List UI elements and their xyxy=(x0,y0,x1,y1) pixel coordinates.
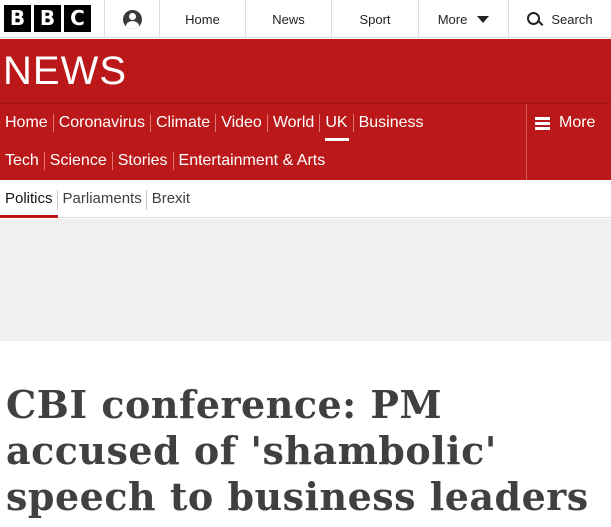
global-nav-sport[interactable]: Sport xyxy=(331,0,418,38)
section-more-label: More xyxy=(559,114,596,131)
news-masthead: NEWS Home Coronavirus Climate Video Worl… xyxy=(0,39,611,181)
uk-subnav: Politics Parliaments Brexit xyxy=(0,180,611,218)
global-nav-home[interactable]: Home xyxy=(159,0,245,38)
search-button[interactable]: Search xyxy=(508,0,611,38)
bbc-logo-letter: B xyxy=(34,5,61,32)
bbc-logo-letter: C xyxy=(64,5,91,32)
section-link-entertainment-arts[interactable]: Entertainment & Arts xyxy=(172,152,332,170)
section-link-science[interactable]: Science xyxy=(43,152,113,170)
section-link-home[interactable]: Home xyxy=(0,114,54,132)
global-nav-news[interactable]: News xyxy=(245,0,331,38)
section-link-tech[interactable]: Tech xyxy=(0,152,45,170)
user-account-icon xyxy=(122,9,142,29)
advertisement-slot xyxy=(0,219,611,341)
article-headline: CBI conference: PM accused of 'shambolic… xyxy=(6,382,589,519)
global-nav-sport-label: Sport xyxy=(359,11,391,27)
search-label: Search xyxy=(551,11,593,27)
search-icon xyxy=(527,11,542,27)
account-button[interactable] xyxy=(104,0,159,38)
subnav-link-parliaments[interactable]: Parliaments xyxy=(56,189,147,210)
bbc-logo-letter: B xyxy=(4,5,31,32)
global-nav-more-label: More xyxy=(437,11,468,27)
hamburger-menu-icon xyxy=(535,116,550,130)
bbc-logo[interactable]: B B C xyxy=(4,5,91,32)
section-link-uk[interactable]: UK xyxy=(319,114,353,141)
subnav-link-brexit[interactable]: Brexit xyxy=(145,189,195,210)
global-nav-bar: B B C Home News Sport More Search xyxy=(0,0,611,38)
section-link-coronavirus[interactable]: Coronavirus xyxy=(52,114,151,132)
news-logo[interactable]: NEWS xyxy=(3,51,127,91)
section-link-world[interactable]: World xyxy=(266,114,321,132)
section-more-button[interactable]: More xyxy=(526,104,611,181)
global-nav-home-label: Home xyxy=(185,11,220,27)
news-section-row: Home Coronavirus Climate Video World UK … xyxy=(0,104,429,142)
global-nav-more-button[interactable]: More xyxy=(418,0,508,38)
global-nav-news-label: News xyxy=(272,11,305,27)
subnav-link-politics[interactable]: Politics xyxy=(0,190,58,218)
section-more-inner: More xyxy=(535,114,595,132)
news-section-row: Tech Science Stories Entertainment & Art… xyxy=(0,142,331,180)
section-link-stories[interactable]: Stories xyxy=(111,152,174,170)
news-section-nav: Home Coronavirus Climate Video World UK … xyxy=(0,103,611,181)
chevron-down-icon xyxy=(477,15,490,23)
section-link-climate[interactable]: Climate xyxy=(149,114,216,132)
section-link-video[interactable]: Video xyxy=(215,114,268,132)
section-link-business[interactable]: Business xyxy=(352,114,430,132)
